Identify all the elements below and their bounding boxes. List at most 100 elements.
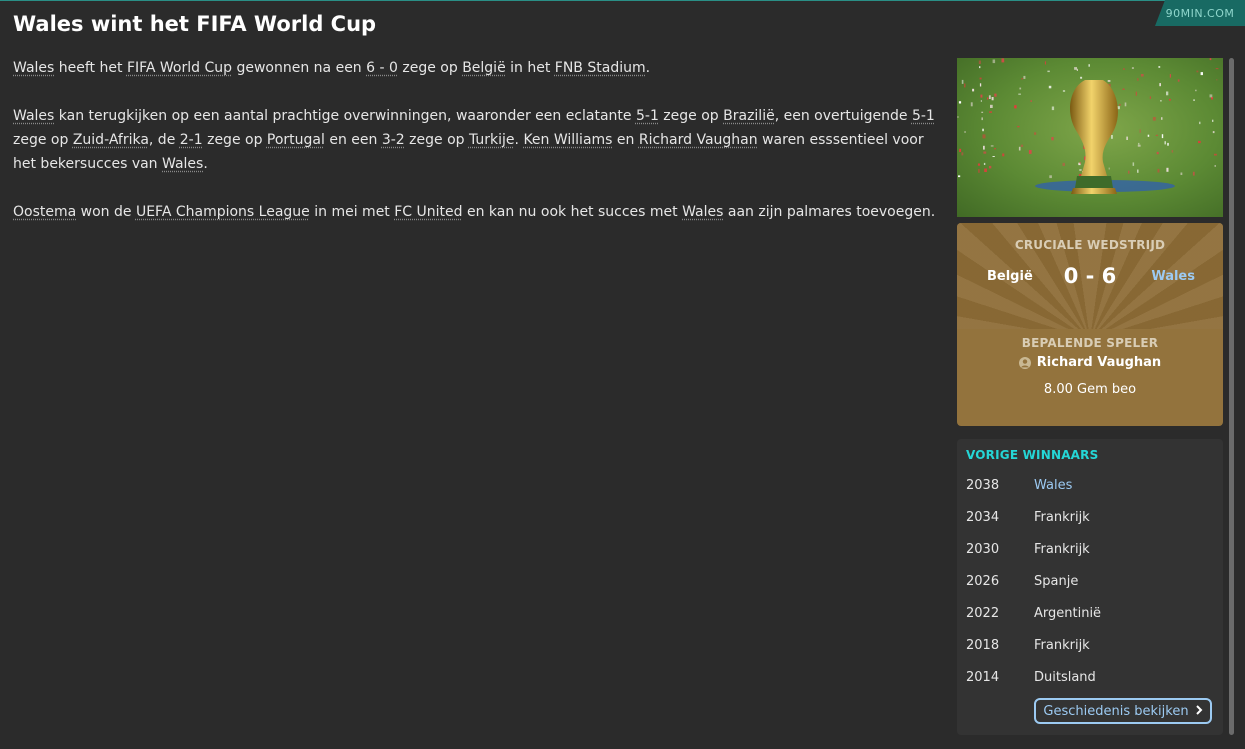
article-link[interactable]: UEFA Champions League bbox=[136, 204, 310, 220]
confetti-piece bbox=[1215, 68, 1219, 70]
article-link[interactable]: België bbox=[462, 60, 506, 76]
confetti-piece bbox=[1137, 144, 1141, 147]
article-link[interactable]: FIFA World Cup bbox=[127, 60, 232, 76]
confetti-piece bbox=[989, 165, 992, 169]
article-text: aan zijn palmares toevoegen. bbox=[723, 204, 936, 220]
confetti-piece bbox=[1139, 129, 1141, 133]
article-text: en een bbox=[324, 132, 382, 148]
winner-team[interactable]: Frankrijk bbox=[1034, 542, 1090, 557]
confetti-piece bbox=[1200, 72, 1203, 76]
confetti-piece bbox=[972, 88, 975, 92]
confetti-piece bbox=[1088, 64, 1090, 67]
winner-year: 2014 bbox=[966, 670, 1000, 685]
article-link[interactable]: Wales bbox=[162, 156, 203, 172]
confetti-piece bbox=[1209, 94, 1213, 98]
article-paragraph-2: Wales kan terugkijken op een aantal prac… bbox=[13, 104, 948, 176]
confetti-piece bbox=[981, 117, 983, 121]
winner-row: 2026 Spanje bbox=[966, 574, 1216, 594]
confetti-piece bbox=[1216, 79, 1218, 81]
winner-team[interactable]: Argentinië bbox=[1034, 606, 1101, 621]
confetti-piece bbox=[989, 111, 992, 113]
winner-team[interactable]: Wales bbox=[1034, 478, 1072, 493]
confetti-piece bbox=[979, 77, 982, 80]
confetti-piece bbox=[1021, 78, 1023, 80]
article-link[interactable]: Wales bbox=[13, 108, 54, 124]
confetti-piece bbox=[1023, 75, 1026, 79]
confetti-piece bbox=[1122, 88, 1125, 90]
confetti-piece bbox=[1161, 134, 1164, 139]
confetti-piece bbox=[1123, 68, 1125, 70]
article-link[interactable]: Oostema bbox=[13, 204, 76, 220]
winner-team[interactable]: Frankrijk bbox=[1034, 510, 1090, 525]
confetti-piece bbox=[1001, 58, 1005, 63]
view-history-button[interactable]: Geschiedenis bekijken bbox=[1034, 698, 1212, 724]
article-link[interactable]: Brazilië bbox=[723, 108, 775, 124]
confetti-piece bbox=[1079, 161, 1081, 165]
article-link[interactable]: Richard Vaughan bbox=[639, 132, 758, 148]
article-link[interactable]: FC United bbox=[394, 204, 462, 220]
article-link[interactable]: Zuid-Afrika bbox=[73, 132, 149, 148]
winner-team[interactable]: Spanje bbox=[1034, 574, 1078, 589]
key-player[interactable]: Richard Vaughan bbox=[957, 355, 1223, 370]
scrollbar[interactable] bbox=[1229, 58, 1234, 735]
confetti-piece bbox=[1030, 100, 1032, 102]
winner-row: 2038 Wales bbox=[966, 478, 1216, 498]
confetti-piece bbox=[977, 163, 981, 166]
winner-row: 2022 Argentinië bbox=[966, 606, 1216, 626]
confetti-piece bbox=[1171, 150, 1174, 153]
confetti-piece bbox=[1195, 89, 1197, 92]
confetti-piece bbox=[978, 60, 981, 64]
winner-year: 2018 bbox=[966, 638, 1000, 653]
article-link[interactable]: Turkije bbox=[469, 132, 515, 148]
confetti-piece bbox=[1049, 175, 1052, 179]
confetti-piece bbox=[959, 148, 962, 152]
confetti-piece bbox=[1128, 170, 1130, 174]
article-link[interactable]: 3-2 bbox=[382, 132, 405, 148]
confetti-piece bbox=[990, 104, 993, 108]
article-text: kan terugkijken op een aantal prachtige … bbox=[54, 108, 636, 124]
winner-team[interactable]: Duitsland bbox=[1034, 670, 1096, 685]
article-link[interactable]: Portugal bbox=[267, 132, 325, 148]
article-link[interactable]: 5-1 bbox=[636, 108, 659, 124]
confetti-piece bbox=[1166, 167, 1169, 172]
confetti-piece bbox=[1044, 61, 1046, 65]
brand-tag[interactable]: 90MIN.COM bbox=[1155, 0, 1245, 26]
confetti-piece bbox=[1160, 100, 1162, 102]
confetti-piece bbox=[1157, 168, 1160, 173]
article-text: . bbox=[203, 156, 208, 172]
confetti-piece bbox=[982, 134, 986, 139]
confetti-piece bbox=[978, 169, 980, 173]
article-link[interactable]: 5-1 bbox=[912, 108, 935, 124]
confetti-piece bbox=[991, 97, 994, 101]
article-text: zege op bbox=[397, 60, 463, 76]
confetti-piece bbox=[982, 128, 984, 132]
article-link[interactable]: Ken Williams bbox=[523, 132, 612, 148]
confetti-piece bbox=[1167, 142, 1169, 146]
confetti-piece bbox=[1152, 117, 1156, 121]
confetti-piece bbox=[984, 168, 987, 172]
winner-row: 2018 Frankrijk bbox=[966, 638, 1216, 658]
confetti-piece bbox=[980, 100, 982, 102]
article-link[interactable]: Wales bbox=[13, 60, 54, 76]
confetti-piece bbox=[1193, 99, 1195, 101]
article-link[interactable]: Wales bbox=[682, 204, 723, 220]
article-text: in mei met bbox=[309, 204, 395, 220]
confetti-piece bbox=[1131, 67, 1134, 69]
article-text: won de bbox=[76, 204, 136, 220]
key-match-label: CRUCIALE WEDSTRIJD bbox=[1014, 238, 1166, 252]
article-link[interactable]: FNB Stadium bbox=[555, 60, 646, 76]
confetti-piece bbox=[994, 148, 996, 150]
article-link[interactable]: 2-1 bbox=[180, 132, 203, 148]
confetti-piece bbox=[1135, 91, 1137, 96]
confetti-piece bbox=[1028, 150, 1032, 154]
confetti-piece bbox=[987, 97, 989, 100]
article-link[interactable]: 6 - 0 bbox=[366, 60, 398, 76]
article-text: . bbox=[645, 60, 651, 76]
confetti-piece bbox=[1074, 67, 1077, 70]
chevron-right-icon bbox=[1195, 704, 1203, 719]
winner-team[interactable]: Frankrijk bbox=[1034, 638, 1090, 653]
confetti-piece bbox=[961, 152, 964, 156]
away-team[interactable]: Wales bbox=[1151, 269, 1195, 284]
trophy-illustration bbox=[957, 58, 1219, 194]
confetti-piece bbox=[1137, 169, 1139, 173]
